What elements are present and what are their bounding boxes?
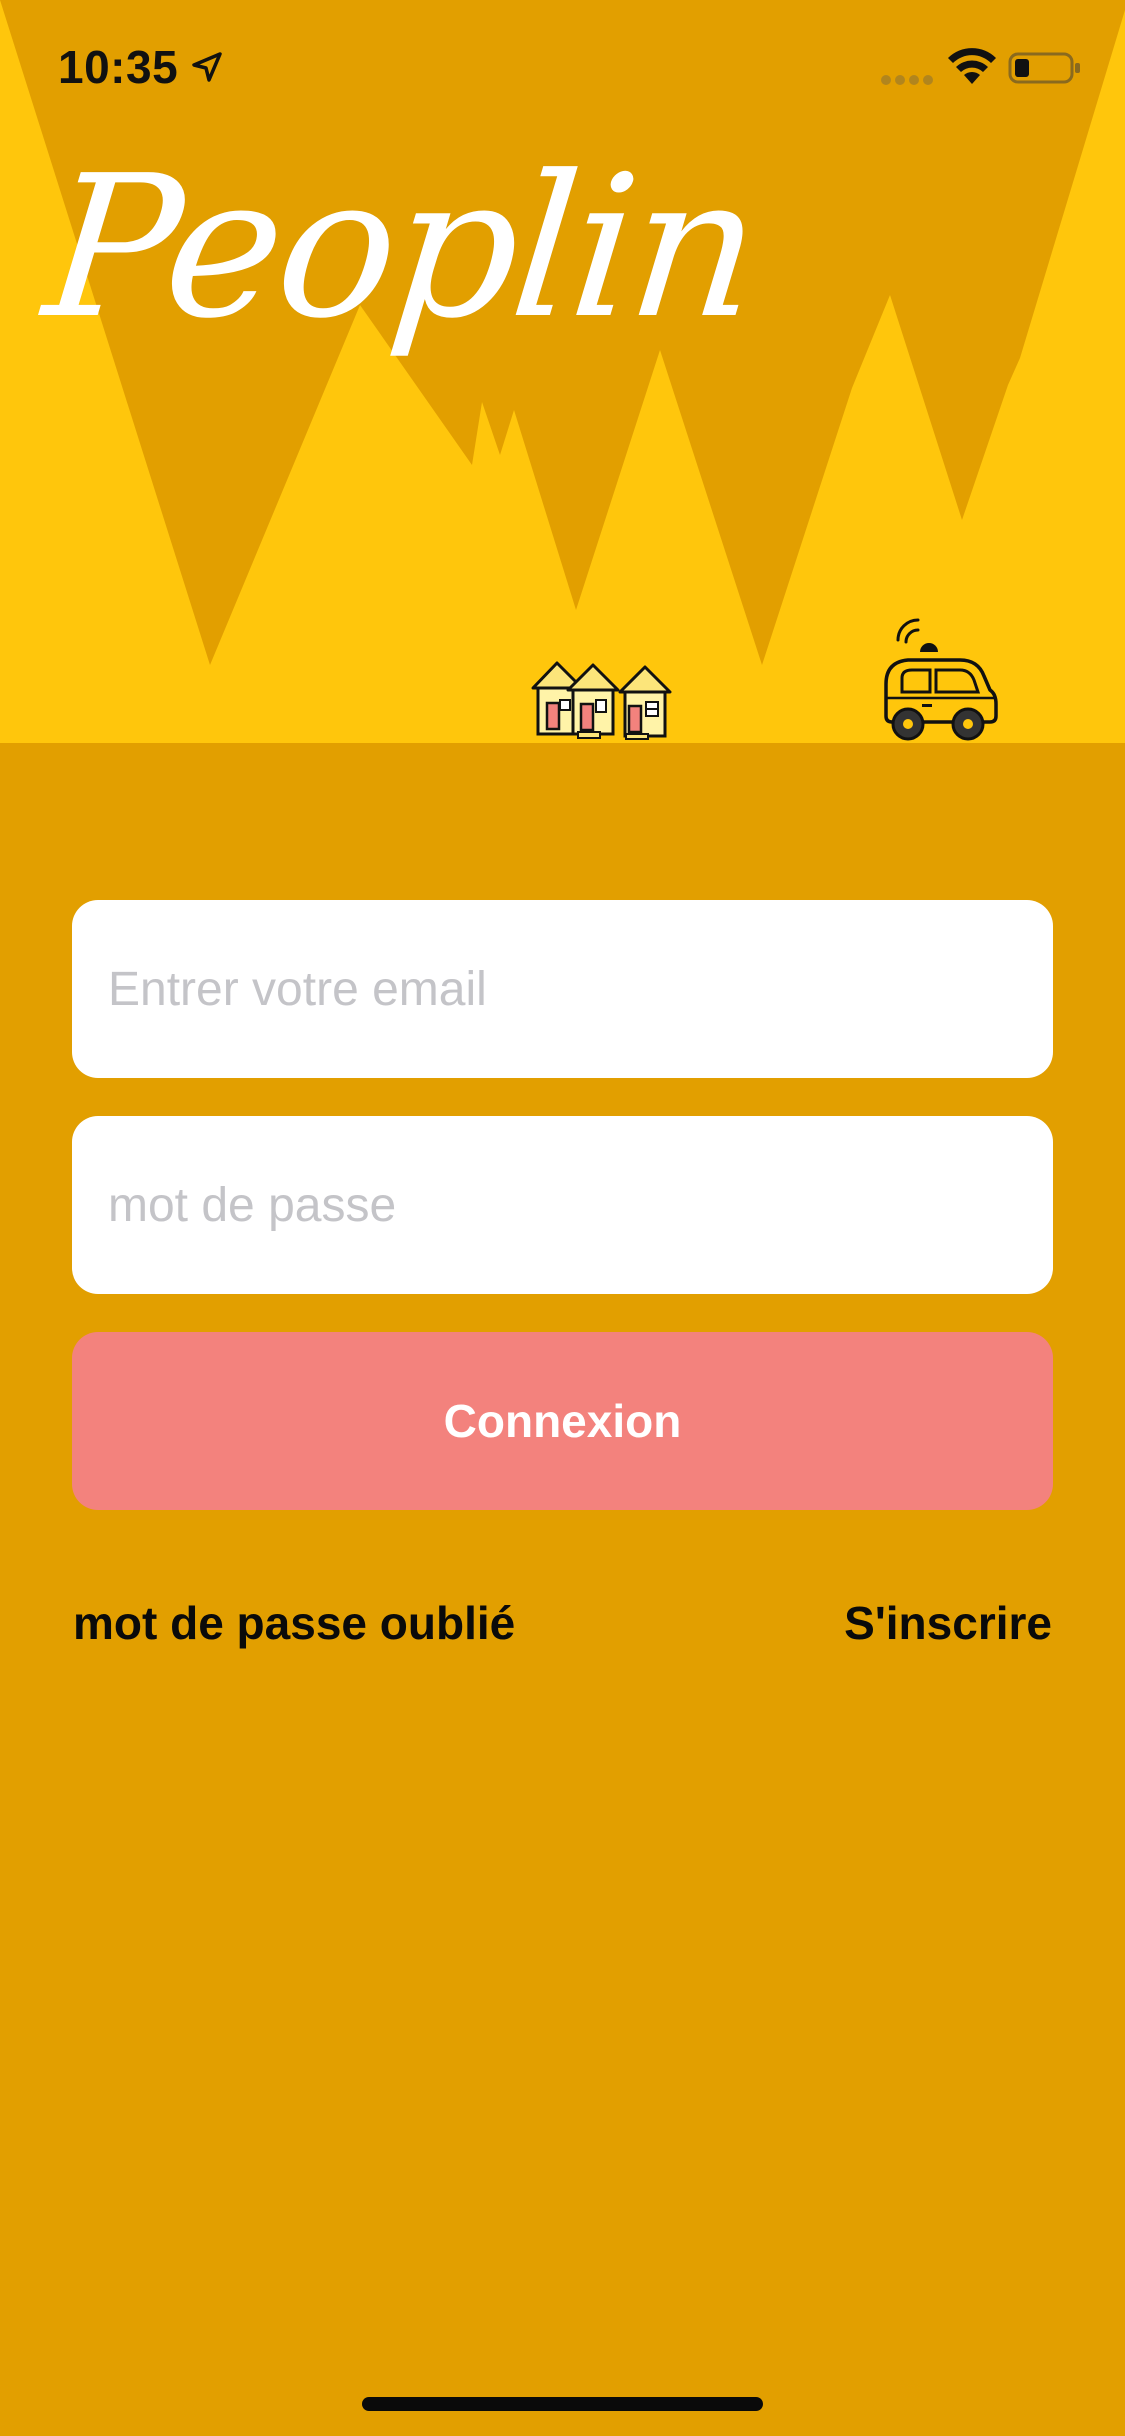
password-field-container [72, 1116, 1053, 1294]
connexion-button[interactable]: Connexion [72, 1332, 1053, 1510]
battery-low-icon [1008, 52, 1080, 84]
login-screen: 10:35 Peoplin Connexion mot de p [0, 0, 1125, 2436]
email-field[interactable] [108, 900, 1013, 1078]
app-logo: Peoplin [36, 134, 767, 362]
location-arrow-icon [192, 52, 222, 82]
connected-car-icon [884, 618, 998, 741]
wifi-icon [948, 48, 996, 84]
email-field-container [72, 900, 1053, 1078]
status-time: 10:35 [58, 41, 179, 93]
status-bar: 10:35 [0, 0, 1125, 135]
password-field[interactable] [108, 1116, 1013, 1294]
houses-icon [531, 661, 672, 740]
cellular-signal-icon [881, 75, 933, 85]
signup-link[interactable]: S'inscrire [844, 1596, 1052, 1650]
forgot-password-link[interactable]: mot de passe oublié [73, 1596, 515, 1650]
home-indicator[interactable] [362, 2397, 763, 2411]
